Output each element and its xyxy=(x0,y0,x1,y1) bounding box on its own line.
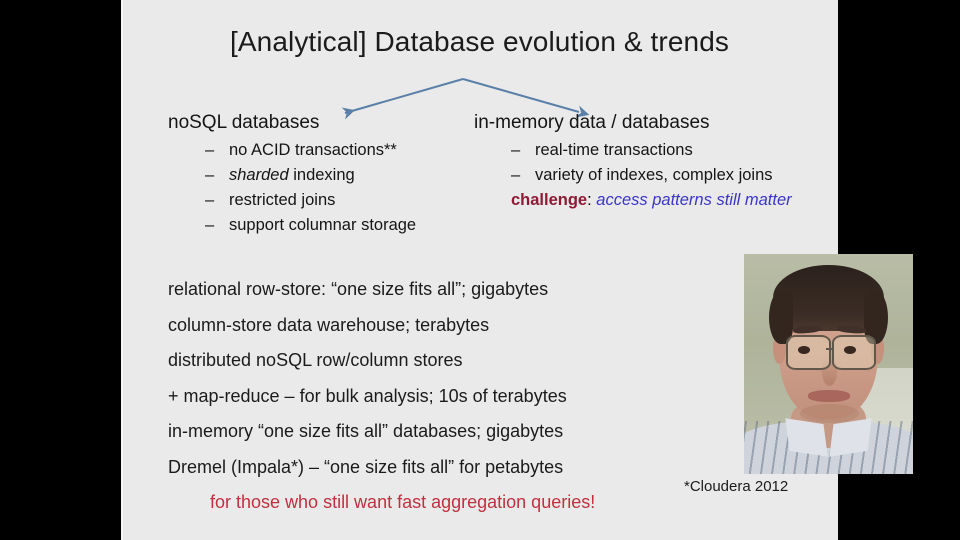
list-item: + map-reduce – for bulk analysis; 10s of… xyxy=(168,385,567,406)
list-item: relational row-store: “one size fits all… xyxy=(168,279,549,299)
bullet-text: sharded indexing xyxy=(229,166,355,185)
bullet-item: – real-time transactions xyxy=(474,141,824,160)
challenge-value: access patterns still matter xyxy=(596,191,792,209)
list-item: Dremel (Impala*) – “one size fits all” f… xyxy=(168,456,564,477)
presenter-eyeglass-bridge xyxy=(825,347,834,350)
presenter-eyeglass-left xyxy=(786,335,831,371)
list-item: distributed noSQL row/column stores xyxy=(168,350,463,370)
bullet-item: – variety of indexes, complex joins xyxy=(474,166,824,185)
column-in-memory: in-memory data / databases – real-time t… xyxy=(474,112,824,210)
bullet-item: – no ACID transactions** xyxy=(168,141,488,160)
column-heading: in-memory data / databases xyxy=(474,112,710,133)
list-item: column-store data warehouse; terabytes xyxy=(168,314,490,335)
column-nosql: noSQL databases – no ACID transactions**… xyxy=(168,112,488,241)
presenter-video-overlay[interactable] xyxy=(744,254,913,474)
presentation-slide: [Analytical] Database evolution & trends… xyxy=(121,0,838,540)
bullet-dash: – xyxy=(511,141,521,159)
punchline-text: for those who still want fast aggregatio… xyxy=(210,492,596,512)
column-heading: noSQL databases xyxy=(168,112,320,133)
bullet-item: – support columnar storage xyxy=(168,216,488,235)
presenter-mouth xyxy=(808,390,851,402)
slide-title: [Analytical] Database evolution & trends xyxy=(230,26,729,57)
bullet-text: real-time transactions xyxy=(535,141,693,159)
bullet-text: restricted joins xyxy=(229,191,336,209)
bullet-text: no ACID transactions** xyxy=(229,141,397,159)
bullet-dash: – xyxy=(511,166,521,184)
bullet-item: – sharded indexing xyxy=(168,166,488,185)
presenter-collar-right xyxy=(829,418,872,457)
challenge-label: challenge xyxy=(511,191,588,209)
bullet-dash: – xyxy=(205,191,215,209)
bullet-dash: – xyxy=(205,216,215,234)
bullet-emphasis: sharded xyxy=(229,166,289,184)
screen: [Analytical] Database evolution & trends… xyxy=(0,0,960,540)
bullet-text: variety of indexes, complex joins xyxy=(535,166,773,184)
bullet-item: – restricted joins xyxy=(168,191,488,210)
presenter-eye-right xyxy=(843,346,856,355)
footnote-cloudera: *Cloudera 2012 xyxy=(684,478,789,495)
bullet-dash: – xyxy=(205,141,215,159)
bullet-dash: – xyxy=(205,166,215,184)
bullet-text: support columnar storage xyxy=(229,216,417,234)
presenter-chin xyxy=(799,403,859,424)
challenge-note: challenge: access patterns still matter xyxy=(474,191,824,210)
list-item: in-memory “one size fits all” databases;… xyxy=(168,421,564,441)
bullet-text-rest: indexing xyxy=(288,166,355,184)
presenter-collar-left xyxy=(785,418,828,457)
challenge-separator: : xyxy=(587,191,597,209)
